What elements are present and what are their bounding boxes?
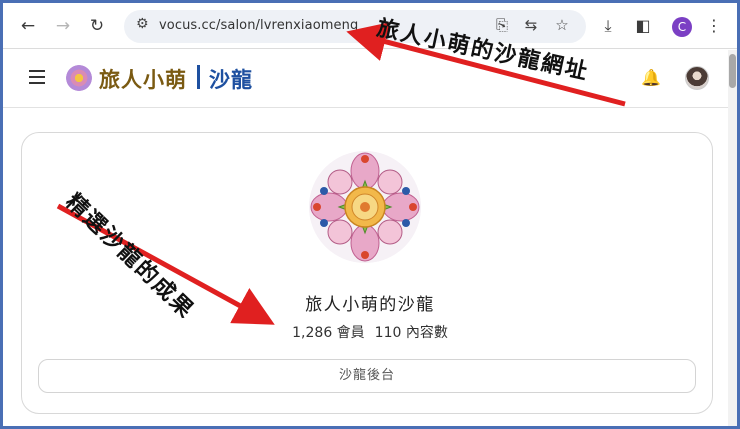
reload-icon[interactable]: ↻ — [86, 15, 108, 37]
browser-toolbar: ← → ↻ ⚙ vocus.cc/salon/lvrenxiaomeng ⎘ ⇆… — [3, 3, 737, 49]
url-text[interactable]: vocus.cc/salon/lvrenxiaomeng — [159, 18, 358, 33]
bell-icon[interactable]: 🔔 — [641, 68, 661, 87]
salon-name[interactable]: 旅人小萌的沙龍 — [0, 290, 740, 315]
hamburger-menu-icon[interactable] — [29, 70, 45, 84]
menu-dots-icon[interactable]: ⋮ — [703, 16, 725, 35]
salon-logo-icon[interactable] — [66, 65, 92, 91]
site-subtitle[interactable]: 沙龍 — [209, 64, 253, 94]
download-icon[interactable]: ⤓ — [597, 16, 619, 36]
mandala-image — [309, 151, 421, 263]
salon-admin-button[interactable]: 沙龍後台 — [38, 359, 696, 393]
member-count: 1,286 會員 — [292, 325, 365, 341]
back-icon[interactable]: ← — [17, 15, 39, 37]
content-count: 110 內容數 — [374, 325, 448, 341]
sidepanel-icon[interactable]: ◧ — [632, 16, 654, 35]
title-divider — [197, 65, 200, 89]
forward-icon[interactable]: → — [52, 15, 74, 37]
tune-icon[interactable]: ⚙ — [136, 16, 149, 32]
scrollbar-thumb[interactable] — [729, 54, 736, 88]
star-icon[interactable]: ☆ — [552, 16, 572, 34]
translate-icon[interactable]: ⇆ — [521, 16, 541, 34]
scrollbar-track[interactable] — [728, 50, 737, 426]
site-title[interactable]: 旅人小萌 — [99, 64, 187, 94]
install-icon[interactable]: ⎘ — [492, 16, 512, 34]
site-header: 旅人小萌 沙龍 🔔 — [3, 50, 737, 108]
salon-avatar — [309, 151, 421, 263]
salon-stats: 1,286 會員 110 內容數 — [0, 322, 740, 342]
user-avatar[interactable] — [685, 66, 709, 90]
profile-avatar[interactable]: C — [672, 17, 692, 37]
